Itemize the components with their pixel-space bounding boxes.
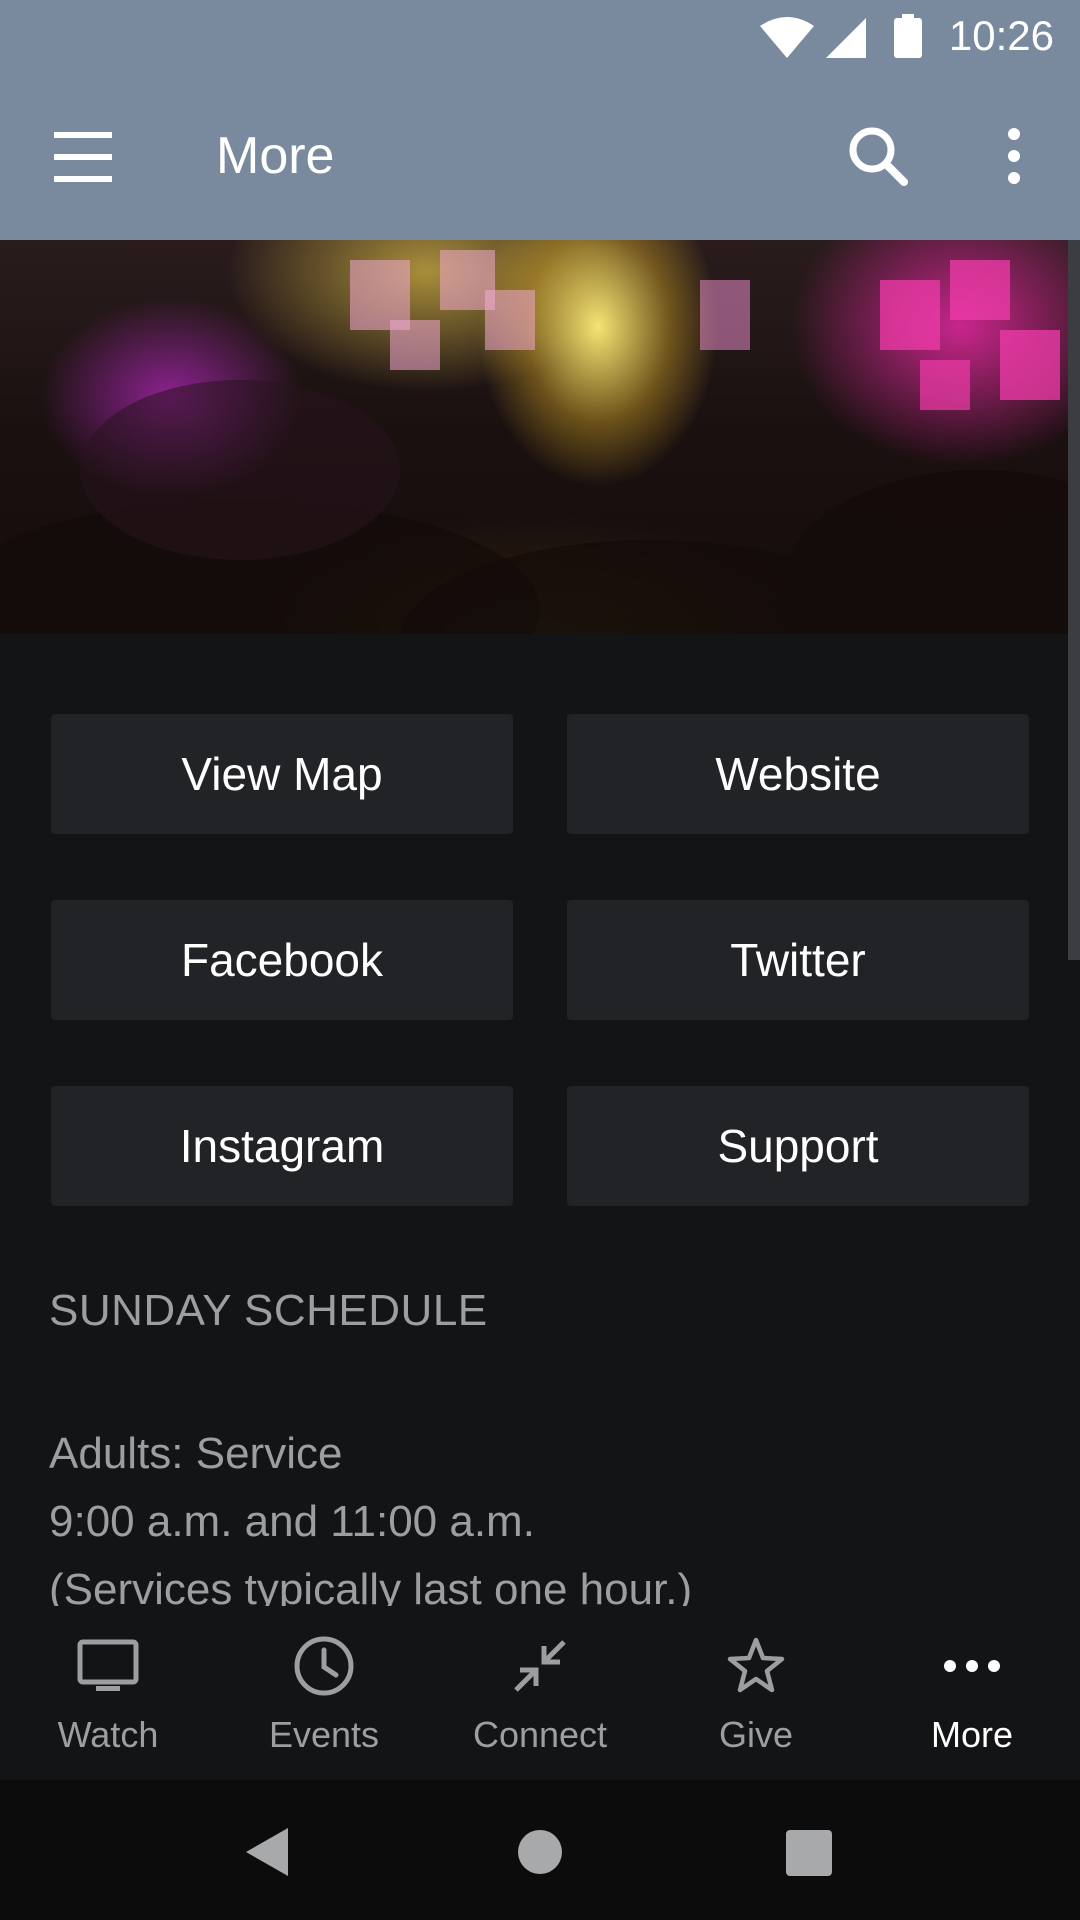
bottom-nav: Watch Events Connect Give More [0,1610,1080,1780]
clock-icon [294,1636,354,1696]
nav-label: Events [268,1714,380,1755]
nav-give[interactable]: Give [648,1610,864,1780]
view-map-button[interactable]: View Map [51,714,513,834]
cell-signal-icon [826,18,866,58]
star-icon [727,1637,785,1693]
website-button[interactable]: Website [567,714,1029,834]
support-button[interactable]: Support [567,1086,1029,1206]
home-icon[interactable] [518,1830,562,1874]
page-title: More [216,127,335,185]
recents-icon[interactable] [786,1830,832,1876]
system-nav-bar [0,1780,1080,1920]
wifi-icon [760,17,814,58]
arrows-inward-icon [514,1640,566,1692]
hero-image [0,240,1068,634]
nav-connect[interactable]: Connect [432,1610,648,1780]
nav-events[interactable]: Events [216,1610,432,1780]
schedule-text: Adults: Service 9:00 a.m. and 11:00 a.m.… [49,1420,1049,1606]
nav-label: Connect [472,1714,608,1755]
status-time: 10:26 [948,12,1054,59]
instagram-button[interactable]: Instagram [51,1086,513,1206]
battery-icon [894,18,922,58]
schedule-line: Adults: Service [49,1429,343,1478]
nav-watch[interactable]: Watch [0,1610,216,1780]
schedule-line: 9:00 a.m. and 11:00 a.m. [49,1497,535,1546]
twitter-button[interactable]: Twitter [567,900,1029,1020]
facebook-button[interactable]: Facebook [51,900,513,1020]
nav-more[interactable]: More [864,1610,1080,1780]
nav-label: Give [718,1714,794,1755]
scrollbar[interactable] [1068,240,1080,960]
overflow-menu-icon[interactable] [990,124,1038,188]
schedule-title: SUNDAY SCHEDULE [49,1286,488,1335]
status-bar: 10:26 [0,0,1080,78]
back-icon[interactable] [244,1826,290,1878]
search-icon[interactable] [846,124,910,188]
status-icons [760,14,922,58]
nav-label: More [930,1714,1014,1755]
tv-icon [77,1639,139,1691]
more-dots-icon [944,1660,1000,1672]
schedule-line: (Services typically last one hour.) [49,1565,693,1606]
menu-icon[interactable] [54,132,114,186]
app-bar: More [0,78,1080,240]
nav-label: Watch [57,1714,159,1755]
